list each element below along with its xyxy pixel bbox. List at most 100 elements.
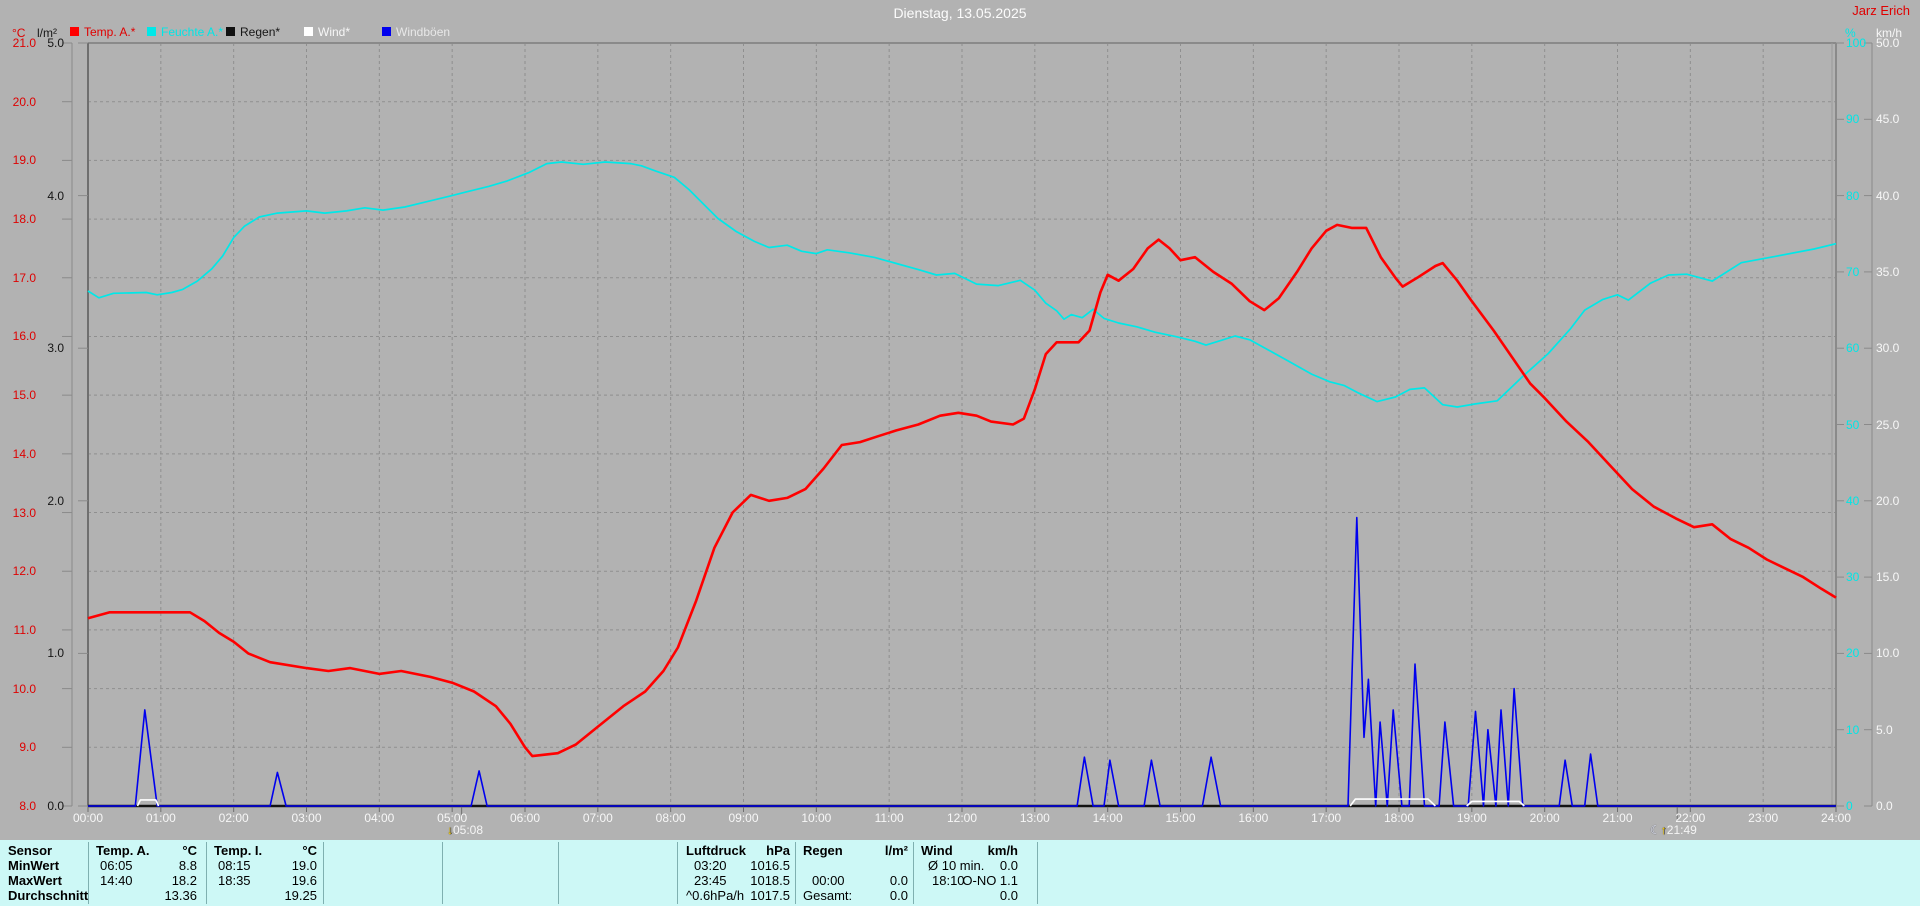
sunset-time: 21:49 — [1666, 823, 1697, 837]
axis-tick-label: 24:00 — [1820, 811, 1852, 825]
temp-a-min-time: 06:05 — [100, 858, 133, 873]
table-row-header: MaxWert — [8, 873, 62, 888]
axis-tick-label: 18.0 — [12, 212, 36, 227]
axis-tick-label: 50.0 — [1876, 36, 1900, 50]
axis-tick-label: 13.0 — [12, 505, 36, 520]
axis-tick-label: 10.0 — [1876, 646, 1900, 661]
temp-i-min-time: 08:15 — [218, 858, 251, 873]
axis-tick-label: 45.0 — [1876, 112, 1900, 127]
axis-tick-label: 3.0 — [47, 341, 64, 356]
table-divider — [323, 842, 324, 904]
table-row-header: MinWert — [8, 858, 60, 873]
axis-tick-label: 19.0 — [12, 153, 36, 168]
rain-max: 0.0 — [889, 873, 908, 888]
col-rain-title: Regen — [803, 843, 843, 858]
table-divider — [913, 842, 914, 904]
axis-tick-label: 50 — [1846, 417, 1860, 432]
temp-i-avg: 19.25 — [284, 888, 317, 903]
axis-tick-label: 70 — [1846, 264, 1860, 279]
axis-tick-label: 20 — [1846, 646, 1860, 661]
sunrise-time: 05:08 — [453, 823, 484, 837]
axis-tick-label: 30 — [1846, 570, 1860, 585]
axis-tick-label: 20:00 — [1529, 811, 1560, 825]
axis-tick-label: 0.0 — [47, 799, 64, 813]
sunrise-marker: ↓05:08 — [447, 823, 483, 837]
axis-tick-label: 09:00 — [728, 811, 759, 825]
axis-tick-label: 4.0 — [47, 188, 64, 203]
axis-tick-label: 19:00 — [1456, 811, 1487, 825]
rain-total: 0.0 — [889, 888, 908, 903]
col-temp-a-title: Temp. A. — [96, 843, 150, 858]
axis-tick-label: 35.0 — [1876, 264, 1900, 279]
pressure-min: 1016.5 — [750, 858, 790, 873]
weather-plot — [62, 42, 1873, 819]
axis-tick-label: 30.0 — [1876, 341, 1900, 356]
col-wind-unit: km/h — [987, 843, 1018, 858]
axis-tick-label: 16:00 — [1238, 811, 1269, 825]
axis-tick-label: 06:00 — [509, 811, 541, 825]
rain-max-time: 00:00 — [812, 873, 845, 888]
axis-tick-label: 2.0 — [47, 493, 64, 508]
axis-tick-label: 23:00 — [1748, 811, 1779, 825]
axis-tick-label: 8.0 — [19, 799, 36, 813]
pressure-avg: 1017.5 — [750, 888, 790, 903]
axis-tick-label: 40.0 — [1876, 188, 1900, 203]
temp-a-max-time: 14:40 — [100, 873, 133, 888]
temp-a-max: 18.2 — [171, 873, 197, 888]
axis-tick-label: 5.0 — [47, 36, 64, 50]
axis-tick-label: 18:00 — [1383, 811, 1415, 825]
axis-tick-label: 00:00 — [72, 811, 104, 825]
axis-tick-label: 07:00 — [582, 811, 613, 825]
pressure-max: 1018.5 — [750, 873, 790, 888]
axis-tick-label: 04:00 — [364, 811, 395, 825]
bottom-strip — [0, 906, 1920, 912]
axis-tick-label: 21:00 — [1602, 811, 1633, 825]
axis-tick-label: 21.0 — [12, 36, 36, 50]
axis-tick-label: 01:00 — [145, 811, 176, 825]
col-rain-unit: l/m² — [884, 843, 908, 858]
axis-tick-label: 16.0 — [12, 329, 36, 344]
sunset-marker: ☾↑21:49 — [1650, 823, 1697, 837]
axis-tick-label: 60 — [1846, 341, 1860, 356]
axis-tick-label: 15.0 — [1876, 570, 1900, 585]
temp-i-min: 19.0 — [291, 858, 317, 873]
table-row-header: Durchschnitt — [8, 888, 89, 903]
col-pressure-unit: hPa — [766, 843, 790, 858]
axis-tick-label: 80 — [1846, 188, 1860, 203]
temp-a-min: 8.8 — [178, 858, 197, 873]
axis-tick-label: 20.0 — [12, 94, 36, 109]
axis-tick-label: 02:00 — [218, 811, 249, 825]
table-row-header: Sensor — [8, 843, 53, 858]
axis-tick-label: 14:00 — [1092, 811, 1123, 825]
axis-tick-label: 9.0 — [19, 740, 36, 755]
axis-tick-label: 08:00 — [655, 811, 686, 825]
pressure-max-time: 23:45 — [694, 873, 727, 888]
axis-tick-label: 1.0 — [47, 646, 64, 661]
axis-tick-label: 40 — [1846, 493, 1860, 508]
temp-i-max-time: 18:35 — [218, 873, 251, 888]
axis-tick-label: 10.0 — [12, 681, 36, 696]
axis-tick-label: 20.0 — [1876, 493, 1900, 508]
table-divider — [795, 842, 796, 904]
weather-chart-window: Dienstag, 13.05.2025 Jarz Erich °C l/m² … — [0, 0, 1920, 912]
table-divider — [677, 842, 678, 904]
col-wind-title: Wind — [921, 843, 953, 858]
col-temp-a-unit: °C — [182, 843, 197, 858]
table-divider — [1037, 842, 1038, 904]
axis-tick-label: 10 — [1846, 722, 1860, 737]
axis-tick-label: 90 — [1846, 112, 1860, 127]
wind-max-dir: O-NO 1.1 — [962, 873, 1018, 888]
pressure-min-time: 03:20 — [694, 858, 727, 873]
axis-tick-label: 15:00 — [1165, 811, 1196, 825]
table-divider — [558, 842, 559, 904]
axis-tick-label: 15.0 — [12, 388, 36, 403]
axis-tick-label: 13:00 — [1019, 811, 1050, 825]
axis-tick-label: 14.0 — [12, 446, 36, 461]
wind-avg: 0.0 — [999, 888, 1018, 903]
temp-i-max: 19.6 — [291, 873, 317, 888]
col-temp-i-unit: °C — [302, 843, 317, 858]
axis-tick-label: 10:00 — [801, 811, 832, 825]
axis-tick-label: 25.0 — [1876, 417, 1900, 432]
axis-tick-label: 03:00 — [291, 811, 322, 825]
temp-a-avg: 13.36 — [164, 888, 197, 903]
